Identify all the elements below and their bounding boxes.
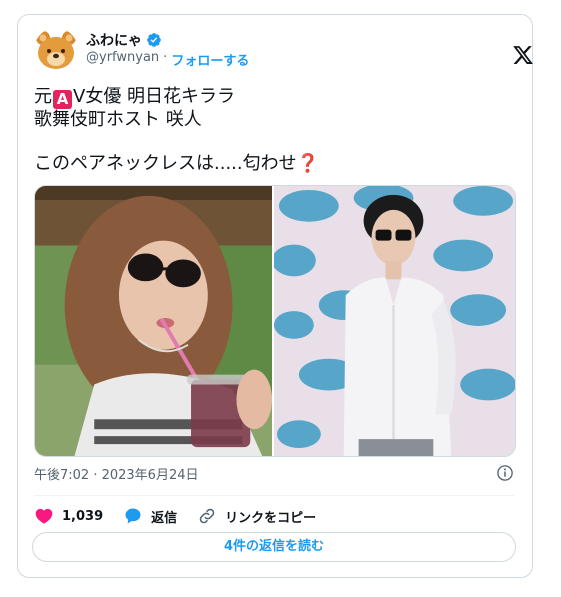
tweet-line-3-text: このペアネックレスは.....匂わせ	[34, 153, 297, 174]
separator-dot: ·	[163, 50, 168, 65]
heart-icon	[35, 508, 53, 524]
reply-label: 返信	[151, 510, 178, 526]
like-button[interactable]: 1,039	[34, 506, 103, 526]
follow-button[interactable]: フォローする	[171, 50, 249, 69]
reply-icon	[125, 508, 141, 524]
name-row: ふわにゃ	[86, 30, 162, 50]
tweet-line-1-suffix: V女優 明日花キララ	[73, 86, 236, 107]
verified-badge-icon	[147, 33, 161, 47]
tweet-content: ふわにゃ @yrfwnyan · フォローする 元 A V女優 明日花キララ 歌舞伎…	[17, 14, 533, 578]
like-count: 1,039	[62, 508, 104, 524]
copy-link-label: リンクをコピー	[225, 510, 317, 526]
x-logo-icon[interactable]	[512, 44, 534, 66]
media-grid	[34, 185, 516, 457]
display-name[interactable]: ふわにゃ	[86, 30, 142, 50]
user-handle[interactable]: @yrfwnyan	[86, 50, 159, 69]
copy-link-button[interactable]: リンクをコピー	[197, 506, 316, 526]
divider	[34, 495, 514, 496]
tweet-line-1: 元 A V女優 明日花キララ	[34, 86, 514, 109]
read-replies-button[interactable]: 4件の返信を読む	[32, 532, 516, 562]
tweet-line-2: 歌舞伎町ホスト 咲人	[34, 109, 202, 130]
action-bar: 1,039 返信 リンクをコピー	[34, 504, 336, 528]
question-emoji: ❓	[296, 153, 320, 174]
link-icon	[199, 508, 215, 524]
tweet-timestamp[interactable]: 午後7:02 · 2023年6月24日	[34, 468, 199, 483]
tweet-line-1-prefix: 元	[34, 86, 52, 107]
tweet-text: 元 A V女優 明日花キララ 歌舞伎町ホスト 咲人 このペアネックレスは.....匂…	[34, 86, 514, 175]
photo-man[interactable]	[274, 186, 515, 456]
red-a-badge: A	[53, 90, 72, 109]
timestamp-row: 午後7:02 · 2023年6月24日	[34, 464, 514, 484]
bear-avatar[interactable]	[34, 28, 78, 72]
tweet-line-3: このペアネックレスは.....匂わせ❓	[34, 153, 514, 175]
photo-woman[interactable]	[35, 186, 275, 456]
reply-button[interactable]: 返信	[123, 506, 177, 526]
info-icon[interactable]	[496, 464, 514, 482]
tweet-header: ふわにゃ @yrfwnyan · フォローする	[34, 28, 533, 76]
handle-row: @yrfwnyan · フォローする	[86, 50, 249, 69]
